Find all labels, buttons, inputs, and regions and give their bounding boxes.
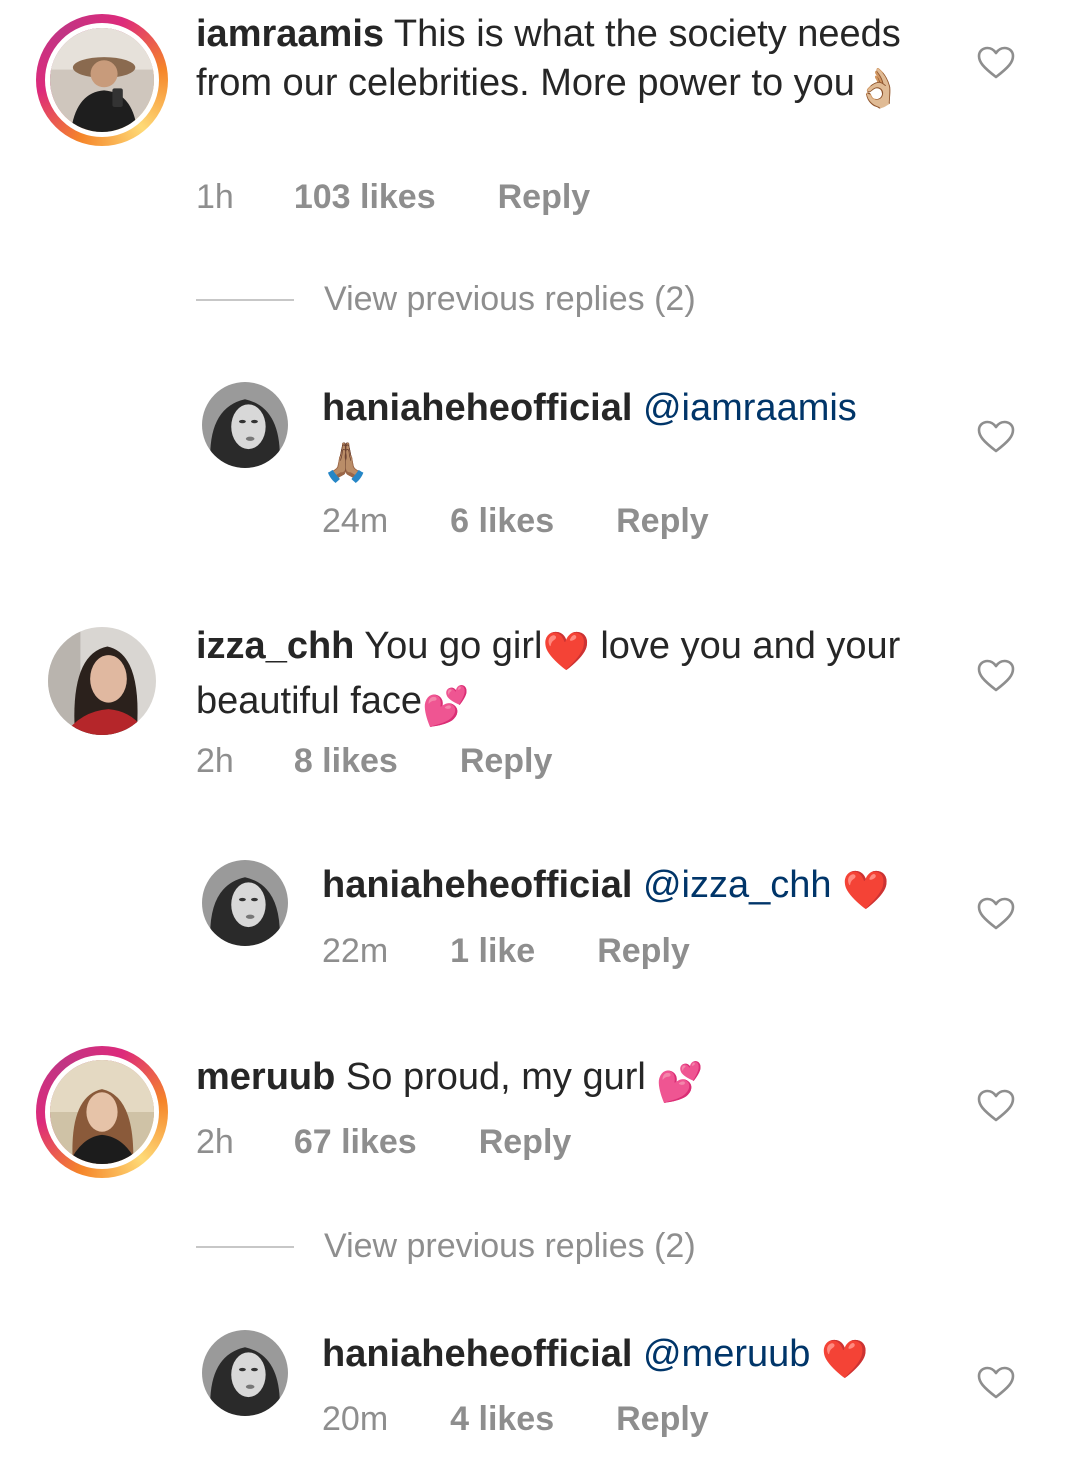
comment-time: 2h <box>196 742 234 780</box>
reply-meta: 20m 4 likes Reply <box>322 1400 709 1439</box>
like-button[interactable] <box>977 1366 1015 1400</box>
reply-meta: 22m 1 like Reply <box>322 932 690 971</box>
avatar-haniaheheofficial[interactable] <box>202 860 288 946</box>
comment-likes[interactable]: 67 likes <box>294 1123 417 1162</box>
comment-time: 2h <box>196 1123 234 1161</box>
comment-username[interactable]: iamraamis <box>196 13 384 55</box>
reply-mention[interactable]: @iamraamis <box>643 387 857 429</box>
comment-time: 1h <box>196 178 234 216</box>
like-button[interactable] <box>977 1089 1015 1123</box>
ok-hand-emoji: 👌🏼 <box>854 68 903 110</box>
comment-username[interactable]: meruub <box>196 1056 335 1098</box>
comment-likes[interactable]: 103 likes <box>294 178 436 217</box>
two-hearts-emoji: 💕 <box>656 1062 704 1104</box>
reply-time: 22m <box>322 932 389 970</box>
comment-username[interactable]: izza_chh <box>196 625 354 667</box>
like-button[interactable] <box>977 46 1015 80</box>
like-button[interactable] <box>977 659 1015 693</box>
reply-meta: 24m 6 likes Reply <box>322 502 709 541</box>
avatar-photo <box>50 1060 154 1164</box>
heart-outline-icon <box>977 46 1015 79</box>
reply-likes[interactable]: 1 like <box>450 932 535 971</box>
reply-time: 24m <box>322 502 389 540</box>
comment-meta: 2h 8 likes Reply <box>196 742 552 781</box>
heart-outline-icon <box>977 897 1015 930</box>
avatar-photo <box>50 28 154 132</box>
comment-body: So proud, my gurl <box>345 1056 646 1098</box>
comment-meta: 1h 103 likes Reply <box>196 178 590 217</box>
red-heart-emoji: ❤️ <box>542 631 590 673</box>
reply-username[interactable]: haniaheheofficial <box>322 387 632 429</box>
comment-text: meruub So proud, my gurl 💕 <box>196 1053 936 1108</box>
reply-mention[interactable]: @izza_chh <box>643 864 832 906</box>
reply-button[interactable]: Reply <box>498 178 591 217</box>
comment-meta: 2h 67 likes Reply <box>196 1123 571 1162</box>
reply-text: haniaheheofficial @meruub ❤️ <box>322 1330 942 1385</box>
view-previous-replies[interactable]: View previous replies (2) <box>196 1227 696 1266</box>
comment-body-part-1: You go girl <box>364 625 543 667</box>
heart-outline-icon <box>977 1366 1015 1399</box>
avatar-iamraamis[interactable] <box>36 14 168 146</box>
divider-line <box>196 1245 294 1248</box>
like-button[interactable] <box>977 897 1015 931</box>
reply-button[interactable]: Reply <box>479 1123 572 1162</box>
like-button[interactable] <box>977 420 1015 454</box>
folded-hands-emoji: 🙏🏽 <box>322 442 370 484</box>
avatar-haniaheheofficial[interactable] <box>202 382 288 468</box>
avatar-haniaheheofficial[interactable] <box>202 1330 288 1416</box>
heart-outline-icon <box>977 420 1015 453</box>
reply-button[interactable]: Reply <box>597 932 690 971</box>
reply-button[interactable]: Reply <box>616 502 709 541</box>
comment-text: izza_chh You go girl❤️ love you and your… <box>196 622 936 732</box>
heart-outline-icon <box>977 659 1015 692</box>
reply-button[interactable]: Reply <box>616 1400 709 1439</box>
avatar-photo <box>202 382 288 468</box>
view-replies-label[interactable]: View previous replies (2) <box>324 1227 696 1266</box>
heart-outline-icon <box>977 1089 1015 1122</box>
avatar-meruub[interactable] <box>36 1046 168 1178</box>
comment-likes[interactable]: 8 likes <box>294 742 398 781</box>
avatar-photo <box>202 860 288 946</box>
reply-likes[interactable]: 6 likes <box>450 502 554 541</box>
avatar-photo <box>202 1330 288 1416</box>
view-previous-replies[interactable]: View previous replies (2) <box>196 280 696 319</box>
divider-line <box>196 298 294 301</box>
comment-text: iamraamis This is what the society needs… <box>196 10 936 114</box>
reply-likes[interactable]: 4 likes <box>450 1400 554 1439</box>
view-replies-label[interactable]: View previous replies (2) <box>324 280 696 319</box>
red-heart-emoji: ❤️ <box>820 1339 869 1381</box>
avatar-photo <box>48 627 156 735</box>
avatar-izza-chh[interactable] <box>48 627 156 735</box>
two-hearts-emoji: 💕 <box>422 686 470 728</box>
reply-button[interactable]: Reply <box>460 742 553 781</box>
reply-username[interactable]: haniaheheofficial <box>322 1333 632 1375</box>
reply-text: haniaheheofficial @iamraamis 🙏🏽 <box>322 384 942 488</box>
reply-time: 20m <box>322 1400 389 1438</box>
reply-mention[interactable]: @meruub <box>643 1333 810 1375</box>
reply-text: haniaheheofficial @izza_chh ❤️ <box>322 861 942 916</box>
red-heart-emoji: ❤️ <box>842 870 890 912</box>
reply-username[interactable]: haniaheheofficial <box>322 864 632 906</box>
